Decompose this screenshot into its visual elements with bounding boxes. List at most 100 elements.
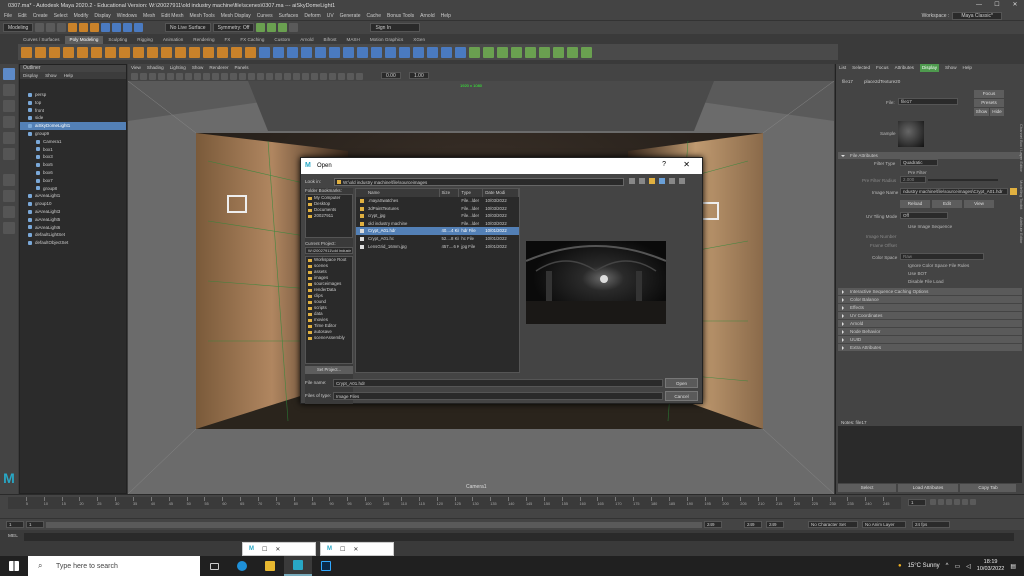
outliner-menu-show[interactable]: Show (45, 72, 57, 79)
image-plane-icon[interactable] (329, 72, 336, 80)
x-ray-components-icon[interactable] (131, 72, 138, 80)
camera-icon[interactable] (356, 72, 363, 80)
ipr-render-icon[interactable] (267, 23, 277, 32)
outliner-item[interactable]: aiAreaLight1 (20, 192, 126, 200)
smooth-shade-icon[interactable] (230, 72, 237, 80)
attr-menu-display[interactable]: Display (919, 64, 940, 72)
x-ray-joints-icon[interactable] (140, 72, 147, 80)
outliner-item[interactable]: box5 (20, 161, 126, 169)
menu-windows[interactable]: Windows (117, 13, 137, 19)
section-node-behavior[interactable]: Node Behavior (838, 328, 1022, 335)
scale-tool-icon[interactable] (3, 148, 15, 160)
minimized-maya-window-1[interactable]: M ☐ ✕ (242, 542, 316, 556)
side-tab-channel-box-layer-editor[interactable]: Channel Box / Layer Editor (1017, 124, 1024, 172)
layout-single-icon[interactable] (3, 174, 15, 186)
lasso-tool-icon[interactable] (3, 84, 15, 96)
outliner-item[interactable]: defaultObjectSet (20, 239, 126, 247)
sign-in-select[interactable]: Sign In (370, 23, 421, 32)
edge-loop-icon[interactable] (413, 46, 424, 58)
viewport-menu-show[interactable]: Show (192, 64, 204, 71)
workspace-select[interactable]: Maya Classic* (952, 12, 1002, 20)
volume-icon[interactable]: ◁ (966, 563, 971, 570)
outliner-item[interactable]: aiAreaLight5 (20, 216, 126, 224)
new-folder-icon[interactable] (659, 178, 665, 184)
image-name-field[interactable]: ndustry machine\file\sourceimages\Crypt_… (900, 188, 1008, 195)
isolate-select-icon[interactable] (158, 72, 165, 80)
range-slider-bar[interactable] (46, 522, 702, 528)
snap-curve-icon[interactable] (112, 23, 121, 32)
dialog-close-button[interactable]: ✕ (683, 160, 690, 169)
sculpt-icon[interactable] (567, 46, 578, 58)
snap-surface-icon[interactable] (134, 23, 143, 32)
separate-icon[interactable] (273, 46, 284, 58)
open-scene-icon[interactable] (46, 23, 55, 32)
playback-end-field[interactable]: 249 (766, 521, 784, 528)
cancel-button[interactable]: Cancel (665, 391, 698, 401)
safe-action-icon[interactable] (257, 72, 264, 80)
menu-mesh[interactable]: Mesh (143, 13, 155, 19)
pipe-icon[interactable] (161, 46, 172, 58)
select-hierarchy-icon[interactable] (68, 23, 77, 32)
attr-menu-attributes[interactable]: Attributes (895, 64, 914, 72)
shadows-icon[interactable] (194, 72, 201, 80)
extrude-icon[interactable] (329, 46, 340, 58)
file-name-field[interactable]: file17 (898, 98, 958, 105)
back-icon[interactable] (629, 178, 635, 184)
color-space-select[interactable]: Raw (900, 253, 984, 260)
section-extra-attributes[interactable]: Extra Attributes (838, 344, 1022, 351)
attr-menu-help[interactable]: Help (963, 64, 972, 72)
cut-uv-icon[interactable] (539, 46, 550, 58)
shelf-tab-animation[interactable]: Animation (158, 36, 188, 44)
select-object-icon[interactable] (79, 23, 88, 32)
outliner-menu-help[interactable]: Help (64, 72, 73, 79)
gate-mask-icon[interactable] (275, 72, 282, 80)
outliner-item[interactable]: box3 (20, 153, 126, 161)
disc-icon[interactable] (105, 46, 116, 58)
pre-filter-checkbox[interactable]: Pre Filter (908, 170, 927, 175)
tray-chevron-icon[interactable]: ^ (946, 563, 949, 569)
film-gate-icon[interactable] (293, 72, 300, 80)
fill-hole-icon[interactable] (371, 46, 382, 58)
gear-icon[interactable] (189, 46, 200, 58)
lock-camera-icon[interactable] (347, 72, 354, 80)
ignore-color-space-checkbox[interactable]: Ignore Color Space File Rules (908, 263, 969, 268)
menu-generate[interactable]: Generate (340, 13, 361, 19)
reload-button[interactable]: Reload (900, 200, 930, 208)
menu-modify[interactable]: Modify (74, 13, 89, 19)
shelf-tab-curves-surfaces[interactable]: Curves / Surfaces (18, 36, 65, 44)
auto-map-icon[interactable] (497, 46, 508, 58)
file-row[interactable]: Crypt_A01.hc 52....8 KiB hc File 10/01/2022 (356, 235, 519, 243)
edge-icon[interactable] (228, 556, 256, 576)
character-set-select[interactable]: No Character Set (808, 521, 858, 528)
minimize-button[interactable]: — (970, 0, 988, 11)
column-header-name[interactable]: Name (356, 189, 440, 197)
prism-icon[interactable] (147, 46, 158, 58)
attr-menu-selected[interactable]: Selected (852, 64, 870, 72)
menu-bonus-tools[interactable]: Bonus Tools (387, 13, 414, 19)
restore-icon[interactable]: ☐ (262, 546, 267, 553)
file-name-input[interactable]: Crypt_A01.hdr (333, 379, 663, 387)
pre-filter-radius-field[interactable]: 2.000 (900, 176, 926, 183)
set-project-button[interactable]: Set Project... (305, 366, 353, 374)
sweep-icon[interactable] (231, 46, 242, 58)
torus-icon[interactable] (77, 46, 88, 58)
shelf-tab-motion-graphics[interactable]: Motion Graphics (365, 36, 408, 44)
menu-create[interactable]: Create (33, 13, 48, 19)
attr-menu-show[interactable]: Show (945, 64, 957, 72)
outliner-item[interactable]: persp (20, 91, 126, 99)
photoshop-icon[interactable] (312, 556, 340, 576)
select-button[interactable]: Select (838, 484, 896, 492)
time-slider[interactable]: 5 10 15 20 25 30 35 40 45 50 55 60 65 70 75 80 85 90 95 100… (0, 494, 1024, 518)
grease-pencil-icon[interactable] (311, 72, 318, 80)
column-header-type[interactable]: Type (459, 189, 484, 197)
live-surface-field[interactable]: No Live Surface (165, 23, 211, 32)
shelf-tab-fx-caching[interactable]: FX Caching (235, 36, 269, 44)
clock[interactable]: 18:19 10/03/2022 (977, 559, 1005, 573)
column-header-size[interactable]: Size (440, 189, 460, 197)
place2d-tab[interactable]: place2dTexture20 (864, 79, 900, 84)
render-icon[interactable] (256, 23, 266, 32)
current-project-select[interactable]: W:\20027911\old industr (305, 247, 353, 254)
outliner-item[interactable]: aiAreaLight3 (20, 208, 126, 216)
layout-icon[interactable] (525, 46, 536, 58)
textured-icon[interactable] (212, 72, 219, 80)
